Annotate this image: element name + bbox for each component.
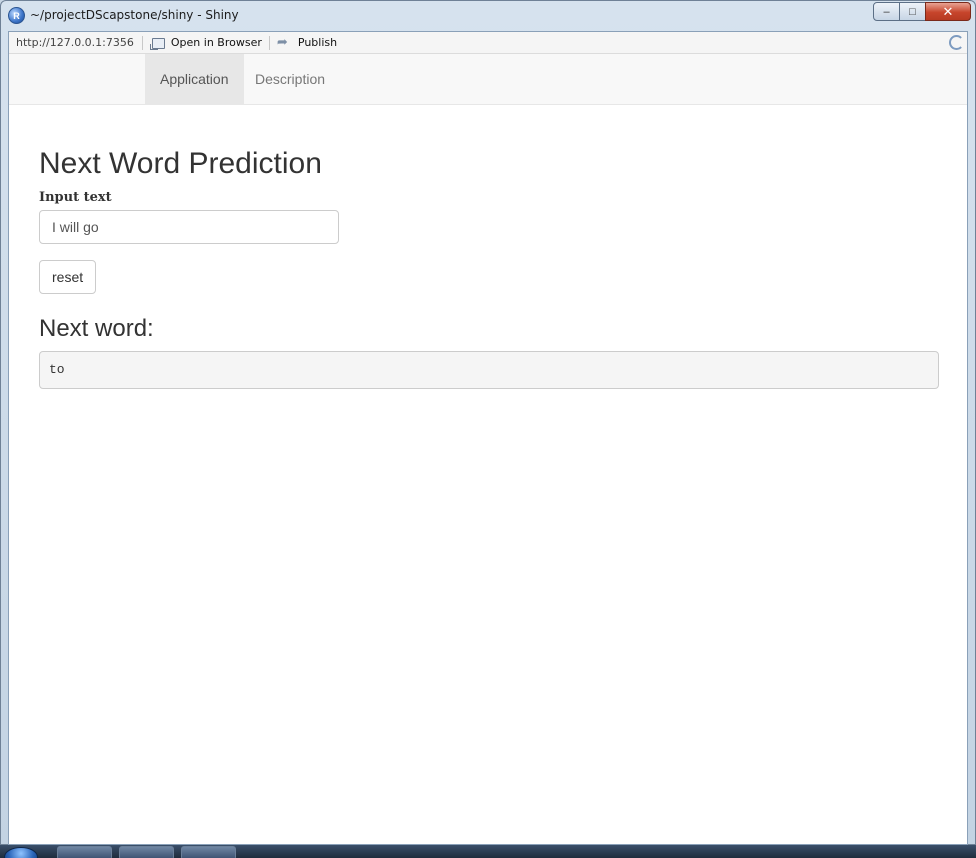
publish-label: Publish — [297, 36, 338, 49]
minimize-icon: ‒ — [883, 5, 890, 18]
url-display: http://127.0.0.1:7356 — [9, 35, 143, 50]
close-button[interactable]: ✕ — [925, 2, 971, 21]
open-in-browser-label: Open in Browser — [170, 36, 262, 49]
page-title: Next Word Prediction — [39, 147, 322, 180]
main-content: Next Word Prediction Input text reset Ne… — [39, 147, 939, 389]
input-label: Input text — [39, 190, 112, 205]
refresh-icon[interactable] — [949, 35, 964, 50]
minimize-button[interactable]: ‒ — [873, 2, 900, 21]
maximize-button[interactable]: □ — [899, 2, 926, 21]
browser-icon — [149, 37, 166, 50]
viewer-client-area: http://127.0.0.1:7356 Open in Browser ➦ … — [8, 31, 968, 845]
start-button[interactable] — [4, 847, 38, 858]
taskbar-item-rstudio[interactable] — [181, 846, 236, 858]
rstudio-app-icon: R — [8, 7, 25, 24]
publish-icon: ➦ — [276, 34, 288, 50]
input-text-field[interactable] — [39, 210, 339, 244]
navbar: Application Description — [9, 54, 967, 105]
close-icon: ✕ — [942, 3, 954, 19]
tab-description[interactable]: Description — [240, 54, 340, 104]
taskbar-item-explorer[interactable] — [57, 846, 112, 858]
taskbar — [0, 845, 976, 858]
viewer-toolbar: http://127.0.0.1:7356 Open in Browser ➦ … — [9, 32, 967, 54]
open-in-browser-button[interactable]: Open in Browser — [143, 35, 270, 50]
app-window: R ~/projectDScapstone/shiny - Shiny ‒ □ … — [0, 0, 976, 845]
reset-button[interactable]: reset — [39, 260, 97, 294]
window-controls: ‒ □ ✕ — [873, 2, 971, 21]
publish-button[interactable]: ➦ Publish — [270, 36, 344, 50]
title-bar[interactable]: R ~/projectDScapstone/shiny - Shiny ‒ □ … — [1, 1, 975, 30]
window-title: ~/projectDScapstone/shiny - Shiny — [30, 8, 239, 22]
maximize-icon: □ — [909, 5, 916, 18]
next-word-heading: Next word: — [39, 315, 154, 342]
tab-application[interactable]: Application — [145, 54, 244, 104]
taskbar-item-app[interactable] — [119, 846, 174, 858]
next-word-output: to — [39, 351, 939, 389]
